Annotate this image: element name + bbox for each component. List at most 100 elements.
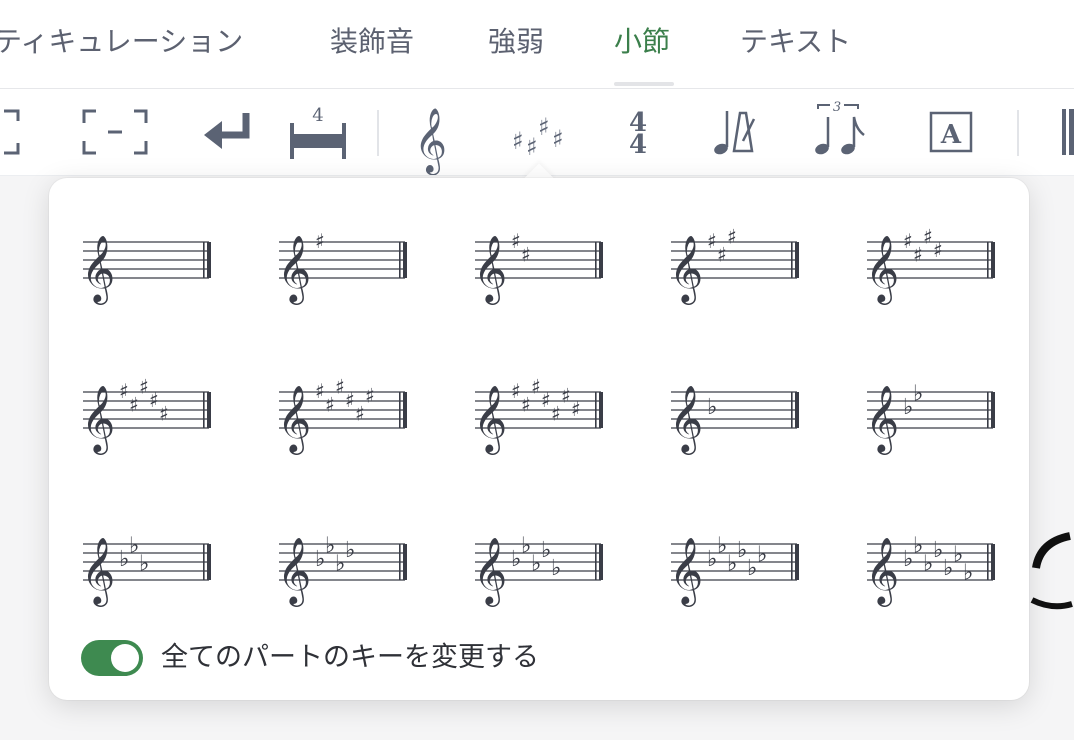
toolbar: 4 𝄞 ♯ ♯ ♯ ♯ 4 4 3 A: [0, 89, 1074, 176]
sharp-accidental-icon: ♯: [521, 393, 531, 417]
flat-accidental-icon: ♭: [963, 561, 973, 586]
sharp-accidental-icon: ♯: [315, 379, 325, 403]
svg-text:4: 4: [629, 130, 647, 160]
sharp-accidental-icon: ♯: [159, 402, 169, 426]
sharp-accidental-icon: ♯: [129, 393, 139, 417]
flat-accidental-icon: ♭: [707, 547, 717, 572]
dashed-bracket-icon[interactable]: [82, 89, 152, 175]
treble-clef-icon: 𝄞: [81, 384, 115, 455]
flat-accidental-icon: ♭: [511, 547, 521, 572]
repeat-bracket-icon[interactable]: [0, 89, 30, 175]
flat-accidental-icon: ♭: [717, 534, 727, 559]
key-signature-option-flat-3[interactable]: 𝄞 ♭ ♭ ♭: [81, 500, 241, 620]
flat-accidental-icon: ♭: [551, 556, 561, 581]
treble-clef-icon: 𝄞: [865, 234, 899, 305]
sharp-accidental-icon: ♯: [531, 375, 541, 399]
sharp-accidental-icon: ♯: [727, 225, 737, 249]
tab-articulation[interactable]: ティキュレーション: [0, 22, 243, 62]
treble-clef-icon: 𝄞: [473, 234, 507, 305]
key-signature-option-sharp-4[interactable]: 𝄞 ♯ ♯ ♯ ♯: [865, 198, 1025, 318]
tuplet-number: 3: [833, 100, 841, 115]
sharp-accidental-icon: ♯: [521, 243, 531, 267]
key-signature-option-sharp-5[interactable]: 𝄞 ♯ ♯ ♯ ♯ ♯: [81, 348, 241, 468]
flat-accidental-icon: ♭: [913, 534, 923, 559]
flat-accidental-icon: ♭: [139, 552, 149, 577]
key-signature-option-flat-1[interactable]: 𝄞 ♭: [669, 348, 829, 468]
flat-accidental-icon: ♭: [943, 556, 953, 581]
sharp-accidental-icon: ♯: [325, 393, 335, 417]
treble-clef-icon: 𝄞: [277, 234, 311, 305]
sharp-accidental-icon: ♯: [335, 375, 345, 399]
key-signature-option-sharp-3[interactable]: 𝄞 ♯ ♯ ♯: [669, 198, 829, 318]
flat-accidental-icon: ♭: [933, 538, 943, 563]
key-signature-option-flat-7[interactable]: 𝄞 ♭ ♭ ♭ ♭ ♭ ♭ ♭: [865, 500, 1025, 620]
sharp-accidental-icon: ♯: [345, 388, 355, 412]
sharp-accidental-icon: ♯: [561, 384, 571, 408]
change-all-parts-label: 全てのパートのキーを変更する: [161, 642, 539, 673]
key-signature-icon[interactable]: ♯ ♯ ♯ ♯: [508, 89, 572, 175]
key-signature-option-sharp-6[interactable]: 𝄞 ♯ ♯ ♯ ♯ ♯ ♯: [277, 348, 437, 468]
text-box-letter: A: [940, 120, 962, 150]
treble-clef-icon: 𝄞: [669, 536, 703, 607]
treble-clef-icon: 𝄞: [81, 234, 115, 305]
key-signature-option-sharp-0[interactable]: 𝄞: [81, 198, 241, 318]
time-signature-icon[interactable]: 4 4: [624, 89, 654, 175]
tuplet-icon[interactable]: 3: [812, 89, 868, 175]
key-signature-option-flat-2[interactable]: 𝄞 ♭ ♭: [865, 348, 1025, 468]
flat-accidental-icon: ♭: [521, 534, 531, 559]
sharp-accidental-icon: ♯: [707, 229, 717, 253]
key-signature-option-flat-6[interactable]: 𝄞 ♭ ♭ ♭ ♭ ♭ ♭: [669, 500, 829, 620]
svg-text:♯: ♯: [538, 113, 550, 141]
active-tab-indicator: [614, 82, 674, 86]
toggle-knob: [111, 644, 139, 672]
flat-accidental-icon: ♭: [335, 552, 345, 577]
sharp-accidental-icon: ♯: [903, 229, 913, 253]
flat-accidental-icon: ♭: [913, 382, 923, 407]
treble-clef-icon: 𝄞: [277, 384, 311, 455]
text-box-icon[interactable]: A: [928, 89, 976, 175]
toolbar-divider: [1017, 110, 1019, 156]
sharp-accidental-icon: ♯: [511, 229, 521, 253]
multi-measure-rest-icon[interactable]: 4: [288, 89, 350, 175]
sharp-accidental-icon: ♯: [365, 384, 375, 408]
key-signature-option-flat-5[interactable]: 𝄞 ♭ ♭ ♭ ♭ ♭: [473, 500, 633, 620]
sharp-accidental-icon: ♯: [551, 402, 561, 426]
treble-clef-icon: 𝄞: [473, 384, 507, 455]
key-signature-option-sharp-7[interactable]: 𝄞 ♯ ♯ ♯ ♯ ♯ ♯ ♯: [473, 348, 633, 468]
treble-clef-icon: 𝄞: [865, 536, 899, 607]
line-break-icon[interactable]: [200, 89, 256, 175]
tab-measures[interactable]: 小節: [614, 22, 670, 62]
tab-ornaments[interactable]: 装飾音: [330, 22, 414, 62]
svg-text:♯: ♯: [552, 125, 564, 153]
barline-icon[interactable]: [1060, 89, 1074, 175]
change-all-parts-toggle[interactable]: [81, 640, 143, 676]
flat-accidental-icon: ♭: [903, 395, 913, 420]
treble-clef-icon: 𝄞: [473, 536, 507, 607]
metronome-tempo-icon[interactable]: [712, 89, 756, 175]
sharp-accidental-icon: ♯: [511, 379, 521, 403]
flat-accidental-icon: ♭: [923, 552, 933, 577]
sharp-accidental-icon: ♯: [933, 238, 943, 262]
flat-accidental-icon: ♭: [757, 543, 767, 568]
flat-accidental-icon: ♭: [541, 538, 551, 563]
sharp-accidental-icon: ♯: [139, 375, 149, 399]
flat-accidental-icon: ♭: [707, 395, 717, 420]
key-signature-option-flat-4[interactable]: 𝄞 ♭ ♭ ♭ ♭: [277, 500, 437, 620]
treble-clef-icon: 𝄞: [277, 536, 311, 607]
key-signature-option-sharp-2[interactable]: 𝄞 ♯ ♯: [473, 198, 633, 318]
tab-text[interactable]: テキスト: [740, 22, 851, 62]
key-signature-option-sharp-1[interactable]: 𝄞 ♯: [277, 198, 437, 318]
treble-clef-icon: 𝄞: [669, 234, 703, 305]
sharp-accidental-icon: ♯: [119, 379, 129, 403]
sharp-accidental-icon: ♯: [541, 388, 551, 412]
svg-text:𝄞: 𝄞: [414, 108, 447, 175]
flat-accidental-icon: ♭: [737, 538, 747, 563]
multi-measure-rest-count: 4: [312, 105, 323, 126]
treble-clef-icon[interactable]: 𝄞: [412, 89, 456, 175]
svg-text:♯: ♯: [526, 133, 538, 161]
flat-accidental-icon: ♭: [747, 556, 757, 581]
flat-accidental-icon: ♭: [903, 547, 913, 572]
flat-accidental-icon: ♭: [325, 534, 335, 559]
treble-clef-icon: 𝄞: [669, 384, 703, 455]
tab-dynamics[interactable]: 強弱: [488, 22, 544, 62]
